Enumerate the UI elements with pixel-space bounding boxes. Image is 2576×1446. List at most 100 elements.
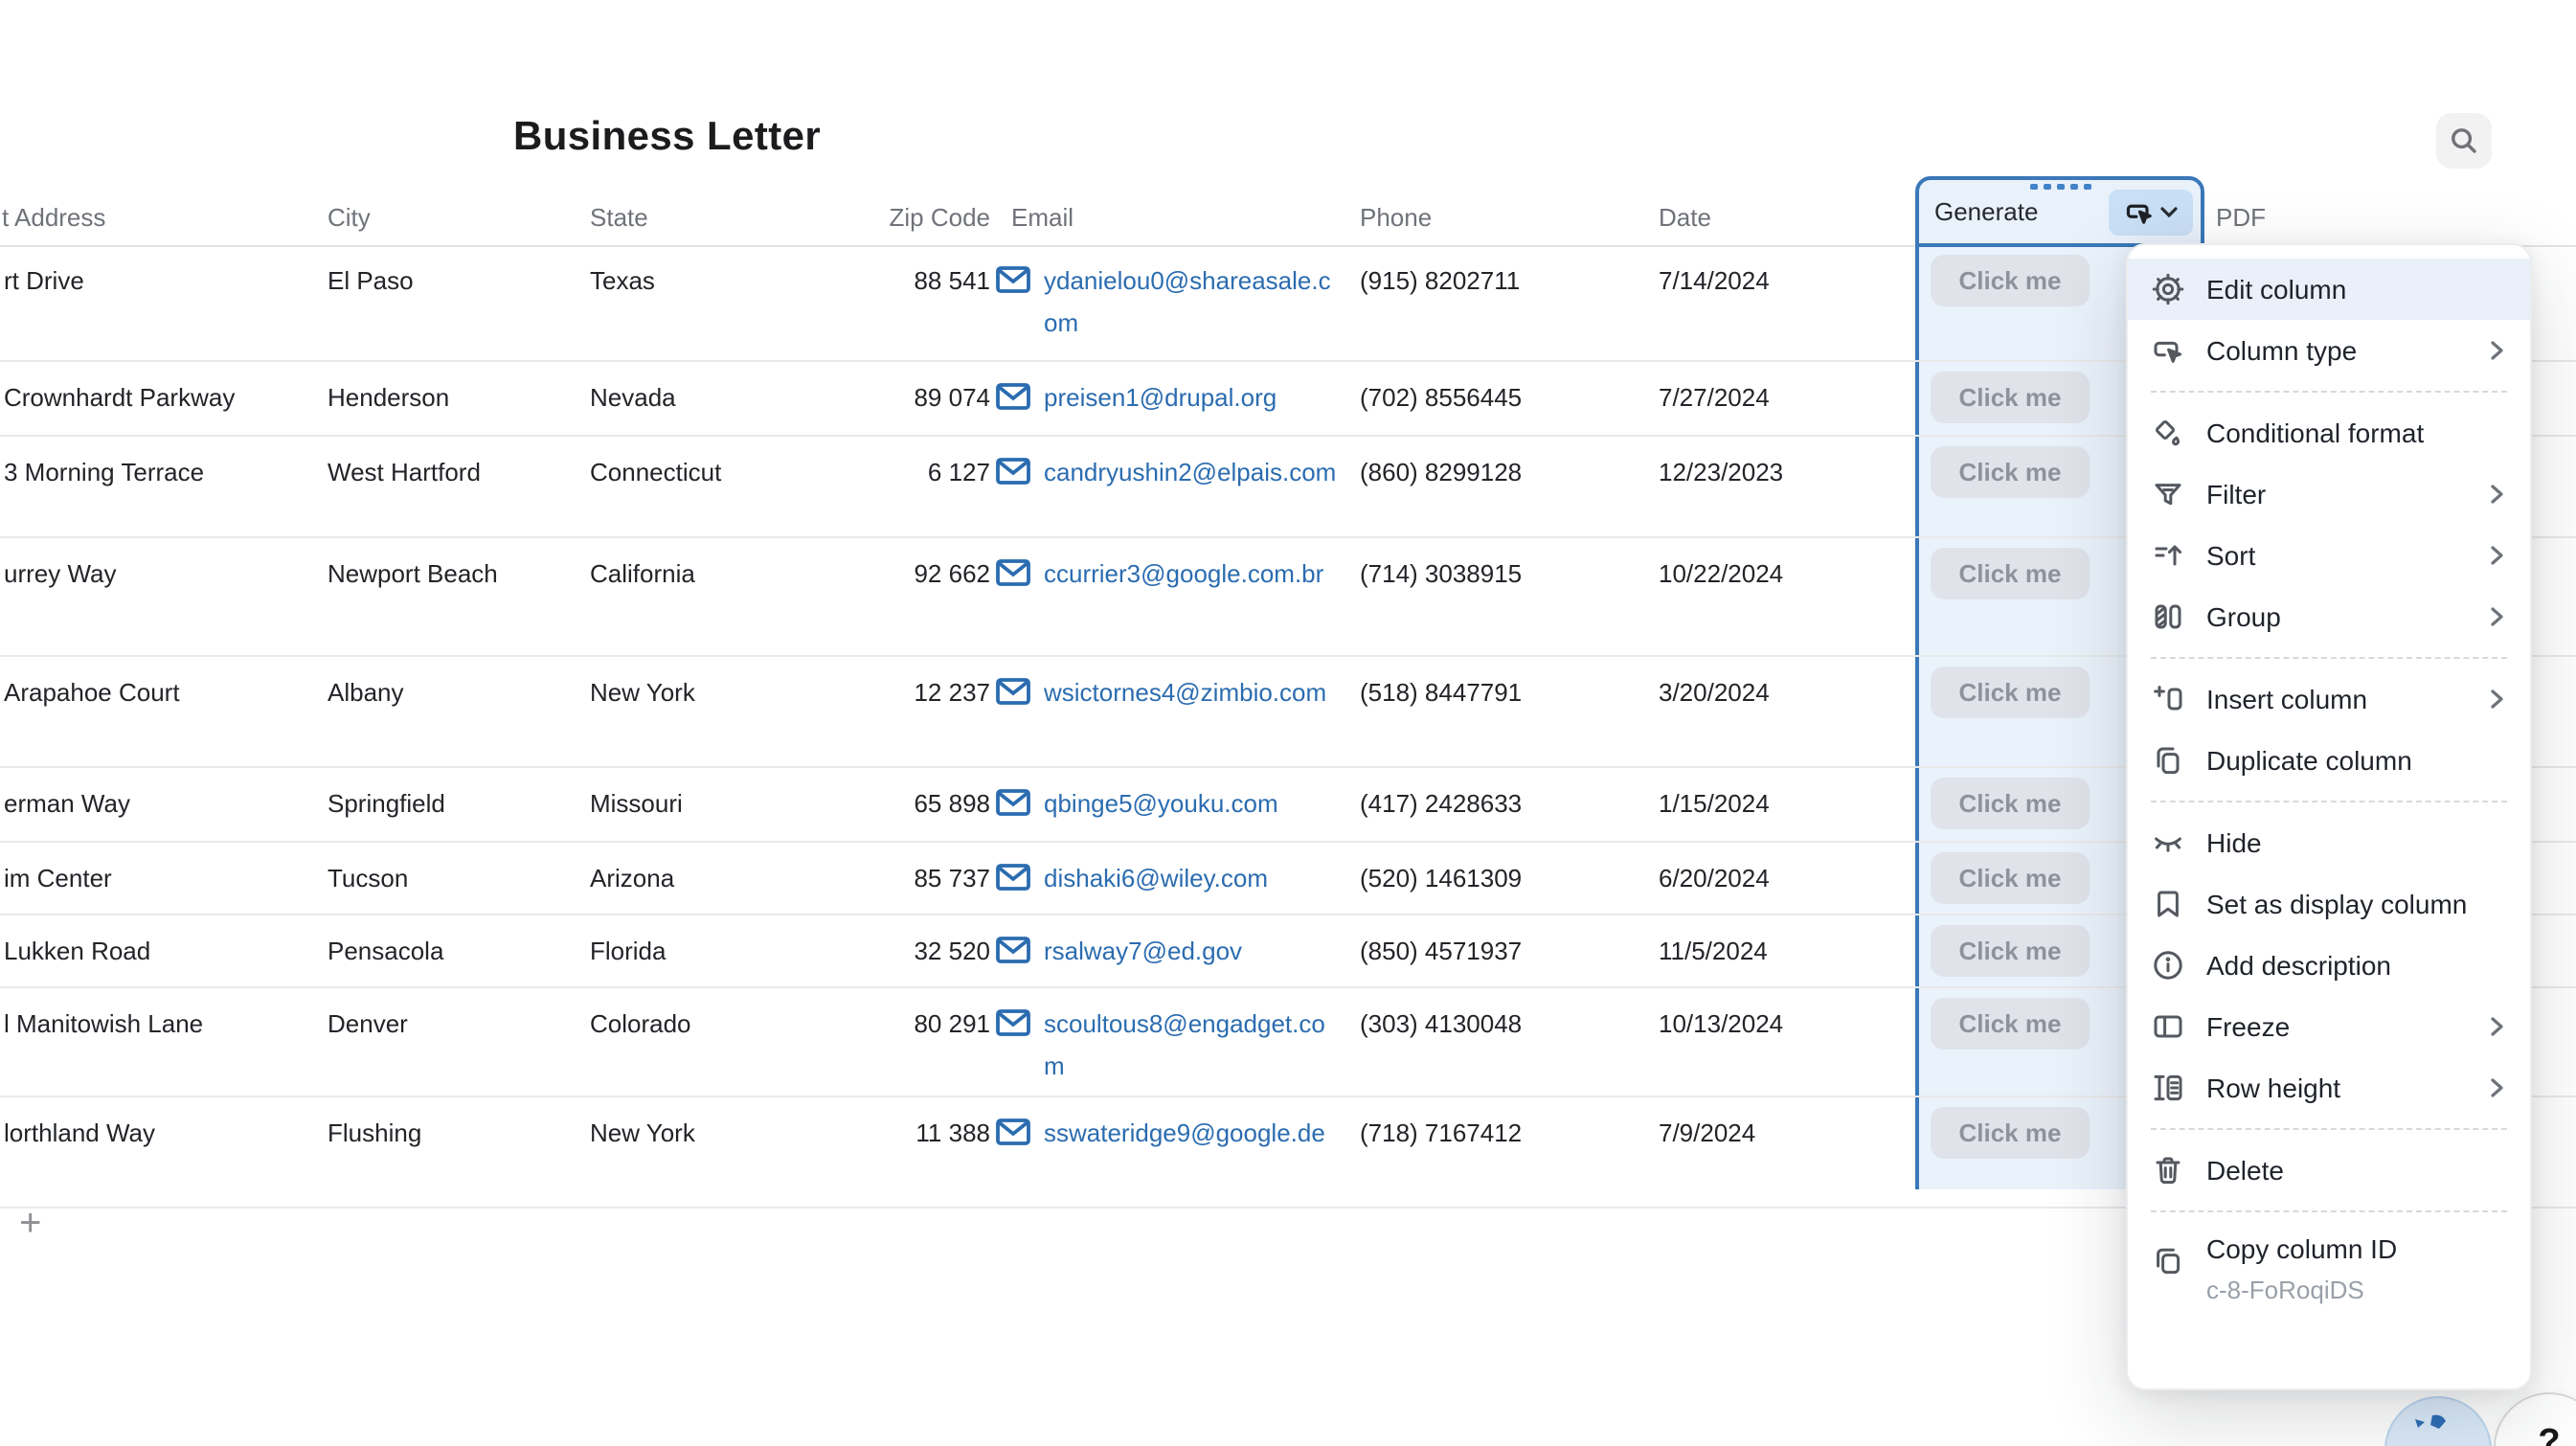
email-link[interactable]: scoultous8@engadget.com xyxy=(1044,1004,1337,1086)
add-row-button[interactable]: + xyxy=(19,1201,41,1247)
cell-state[interactable]: Nevada xyxy=(590,377,676,418)
cell-email[interactable]: wsictornes4@zimbio.com xyxy=(996,672,1337,713)
cell-state[interactable]: Missouri xyxy=(590,783,683,825)
cell-address[interactable]: erman Way xyxy=(4,783,130,825)
email-link[interactable]: qbinge5@youku.com xyxy=(1044,783,1337,825)
menu-item-group[interactable]: Group xyxy=(2128,586,2530,647)
cell-state[interactable]: Texas xyxy=(590,260,655,302)
menu-item-edit-column[interactable]: Edit column xyxy=(2128,259,2530,320)
menu-item-hide[interactable]: Hide xyxy=(2128,812,2530,873)
menu-item-freeze[interactable]: Freeze xyxy=(2128,996,2530,1057)
generate-click-me-button[interactable]: Click me xyxy=(1931,548,2090,599)
menu-item-row-height[interactable]: Row height xyxy=(2128,1057,2530,1118)
cell-zip[interactable]: 6 127 xyxy=(804,452,990,493)
email-link[interactable]: wsictornes4@zimbio.com xyxy=(1044,672,1337,713)
cell-email[interactable]: ccurrier3@google.com.br xyxy=(996,554,1337,595)
cell-phone[interactable]: (702) 8556445 xyxy=(1360,377,1522,418)
menu-item-insert-column[interactable]: Insert column xyxy=(2128,668,2530,730)
cell-city[interactable]: Newport Beach xyxy=(328,554,498,595)
column-header-pdf[interactable]: PDF xyxy=(2216,197,2266,239)
cell-phone[interactable]: (518) 8447791 xyxy=(1360,672,1522,713)
cell-state[interactable]: New York xyxy=(590,1113,695,1154)
cell-state[interactable]: Florida xyxy=(590,931,667,972)
column-header-state[interactable]: State xyxy=(590,197,648,239)
cell-phone[interactable]: (520) 1461309 xyxy=(1360,858,1522,899)
generate-click-me-button[interactable]: Click me xyxy=(1931,446,2090,498)
cell-state[interactable]: California xyxy=(590,554,695,595)
cell-zip[interactable]: 65 898 xyxy=(804,783,990,825)
generate-click-me-button[interactable]: Click me xyxy=(1931,1107,2090,1159)
cell-zip[interactable]: 11 388 xyxy=(804,1113,990,1154)
cell-address[interactable]: 3 Morning Terrace xyxy=(4,452,204,493)
column-header-zip[interactable]: Zip Code xyxy=(804,197,990,239)
cell-city[interactable]: West Hartford xyxy=(328,452,481,493)
menu-item-set-as-display-column[interactable]: Set as display column xyxy=(2128,873,2530,935)
cell-address[interactable]: Crownhardt Parkway xyxy=(4,377,235,418)
cell-date[interactable]: 7/9/2024 xyxy=(1659,1113,1755,1154)
cell-phone[interactable]: (915) 8202711 xyxy=(1360,260,1520,302)
help-button[interactable]: ? xyxy=(2494,1392,2576,1446)
cell-state[interactable]: Connecticut xyxy=(590,452,721,493)
cell-email[interactable]: dishaki6@wiley.com xyxy=(996,858,1337,899)
email-link[interactable]: sswateridge9@google.de xyxy=(1044,1113,1337,1154)
email-link[interactable]: rsalway7@ed.gov xyxy=(1044,931,1337,972)
cell-email[interactable]: rsalway7@ed.gov xyxy=(996,931,1337,972)
email-link[interactable]: ydanielou0@shareasale.com xyxy=(1044,260,1337,343)
cell-phone[interactable]: (718) 7167412 xyxy=(1360,1113,1522,1154)
cell-email[interactable]: scoultous8@engadget.com xyxy=(996,1004,1337,1086)
email-link[interactable]: preisen1@drupal.org xyxy=(1044,377,1337,418)
cell-city[interactable]: Tucson xyxy=(328,858,408,899)
column-header-generate[interactable]: Generate xyxy=(1915,176,2204,247)
cell-phone[interactable]: (850) 4571937 xyxy=(1360,931,1522,972)
menu-item-delete[interactable]: Delete xyxy=(2128,1140,2530,1201)
cell-zip[interactable]: 89 074 xyxy=(804,377,990,418)
menu-item-add-description[interactable]: Add description xyxy=(2128,935,2530,996)
generate-click-me-button[interactable]: Click me xyxy=(1931,778,2090,829)
cell-date[interactable]: 3/20/2024 xyxy=(1659,672,1770,713)
cell-zip[interactable]: 80 291 xyxy=(804,1004,990,1045)
cell-zip[interactable]: 92 662 xyxy=(804,554,990,595)
column-type-dropdown-button[interactable] xyxy=(2109,190,2193,236)
cell-address[interactable]: im Center xyxy=(4,858,112,899)
email-link[interactable]: candryushin2@elpais.com xyxy=(1044,452,1337,493)
cell-email[interactable]: qbinge5@youku.com xyxy=(996,783,1337,825)
cell-address[interactable]: rt Drive xyxy=(4,260,84,302)
cell-address[interactable]: l Manitowish Lane xyxy=(4,1004,203,1045)
generate-click-me-button[interactable]: Click me xyxy=(1931,372,2090,423)
column-header-date[interactable]: Date xyxy=(1659,197,1711,239)
cell-date[interactable]: 12/23/2023 xyxy=(1659,452,1783,493)
generate-click-me-button[interactable]: Click me xyxy=(1931,255,2090,306)
column-header-email[interactable]: Email xyxy=(1011,197,1073,239)
menu-item-copy-column-id[interactable]: Copy column IDc-8-FoRoqiDS xyxy=(2128,1222,2530,1323)
cell-date[interactable]: 10/13/2024 xyxy=(1659,1004,1783,1045)
cell-phone[interactable]: (860) 8299128 xyxy=(1360,452,1522,493)
cell-email[interactable]: preisen1@drupal.org xyxy=(996,377,1337,418)
cell-date[interactable]: 10/22/2024 xyxy=(1659,554,1783,595)
cell-city[interactable]: Flushing xyxy=(328,1113,421,1154)
cell-date[interactable]: 1/15/2024 xyxy=(1659,783,1770,825)
cell-state[interactable]: Colorado xyxy=(590,1004,691,1045)
cell-address[interactable]: urrey Way xyxy=(4,554,117,595)
cell-state[interactable]: New York xyxy=(590,672,695,713)
cell-city[interactable]: El Paso xyxy=(328,260,414,302)
column-header-address[interactable]: t Address xyxy=(2,197,105,239)
cell-date[interactable]: 7/14/2024 xyxy=(1659,260,1770,302)
generate-click-me-button[interactable]: Click me xyxy=(1931,852,2090,904)
generate-click-me-button[interactable]: Click me xyxy=(1931,667,2090,718)
column-header-city[interactable]: City xyxy=(328,197,371,239)
cell-address[interactable]: Lukken Road xyxy=(4,931,150,972)
cell-date[interactable]: 7/27/2024 xyxy=(1659,377,1770,418)
cell-date[interactable]: 11/5/2024 xyxy=(1659,931,1768,972)
cell-email[interactable]: candryushin2@elpais.com xyxy=(996,452,1337,493)
cell-state[interactable]: Arizona xyxy=(590,858,674,899)
cell-city[interactable]: Albany xyxy=(328,672,404,713)
menu-item-column-type[interactable]: Column type xyxy=(2128,320,2530,381)
cell-city[interactable]: Denver xyxy=(328,1004,408,1045)
cell-phone[interactable]: (417) 2428633 xyxy=(1360,783,1522,825)
cell-zip[interactable]: 32 520 xyxy=(804,931,990,972)
menu-item-conditional-format[interactable]: Conditional format xyxy=(2128,402,2530,463)
menu-item-filter[interactable]: Filter xyxy=(2128,463,2530,525)
cell-phone[interactable]: (714) 3038915 xyxy=(1360,554,1522,595)
generate-click-me-button[interactable]: Click me xyxy=(1931,925,2090,977)
cell-city[interactable]: Springfield xyxy=(328,783,445,825)
